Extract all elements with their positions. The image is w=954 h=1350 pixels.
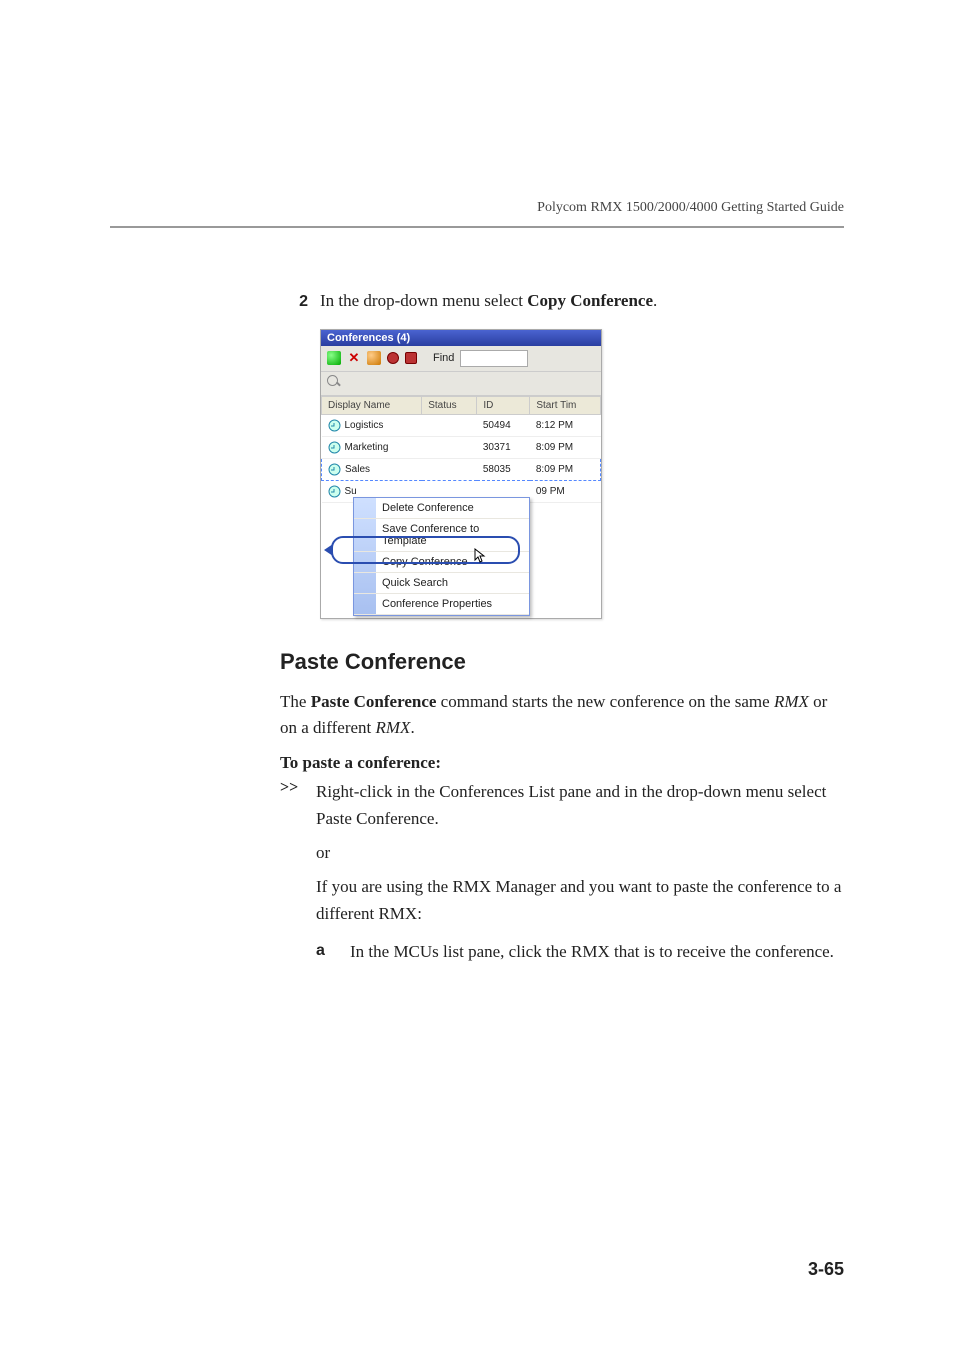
menu-item-copy-conference[interactable]: Copy Conference	[354, 552, 529, 573]
action-icon[interactable]	[367, 351, 381, 365]
cell-start: 09 PM	[530, 480, 601, 502]
conferences-table: Display Name Status ID Start Tim Logisti…	[321, 396, 601, 503]
step-pre: In the drop-down menu select	[320, 291, 527, 310]
context-menu-area: Delete Conference Save Conference to Tem…	[321, 503, 601, 618]
screenshot-conferences-panel: Conferences (4) ✕ Find Display Name Stat…	[320, 329, 602, 619]
cell-name: Sales	[345, 464, 370, 475]
paragraph-intro: The Paste Conference command starts the …	[280, 689, 844, 742]
menu-item-quick-search[interactable]: Quick Search	[354, 573, 529, 594]
new-icon[interactable]	[327, 351, 341, 365]
step-bold: Copy Conference	[527, 291, 653, 310]
delete-icon[interactable]: ✕	[347, 351, 361, 365]
conference-icon	[328, 441, 341, 454]
cell-start: 8:09 PM	[530, 458, 601, 480]
or-text: or	[316, 840, 844, 866]
table-row[interactable]: Marketing 30371 8:09 PM	[322, 436, 601, 458]
procedure-step: >> Right-click in the Conferences List p…	[280, 779, 844, 965]
page: Polycom RMX 1500/2000/4000 Getting Start…	[0, 0, 954, 1350]
conference-icon	[328, 419, 341, 432]
step-marker: >>	[280, 779, 316, 965]
col-status[interactable]: Status	[422, 396, 477, 414]
panel-title: Conferences (4)	[321, 330, 601, 346]
cell-name: Logistics	[345, 420, 384, 431]
header-rule	[110, 226, 844, 228]
table-row-selected[interactable]: Sales 58035 8:09 PM	[322, 458, 601, 480]
page-number: 3-65	[808, 1259, 844, 1280]
cell-id: 58035	[477, 458, 530, 480]
find-label: Find	[433, 352, 454, 364]
cell-name: Su	[345, 486, 357, 497]
table-row[interactable]: Logistics 50494 8:12 PM	[322, 414, 601, 436]
col-display-name[interactable]: Display Name	[322, 396, 422, 414]
menu-item-conference-properties[interactable]: Conference Properties	[354, 594, 529, 615]
cell-name: Marketing	[345, 442, 389, 453]
cell-start: 8:09 PM	[530, 436, 601, 458]
procedure-title: To paste a conference:	[280, 753, 844, 773]
running-head: Polycom RMX 1500/2000/4000 Getting Start…	[110, 0, 844, 226]
menu-item-save-conference-template[interactable]: Save Conference to Template	[354, 519, 529, 552]
search-icon[interactable]	[327, 375, 341, 389]
cell-start: 8:12 PM	[530, 414, 601, 436]
content-area: 2 In the drop-down menu select Copy Conf…	[280, 288, 844, 965]
heading-paste-conference: Paste Conference	[280, 649, 844, 675]
numbered-step-2: 2 In the drop-down menu select Copy Conf…	[280, 288, 844, 314]
cell-id: 50494	[477, 414, 530, 436]
step-text: In the drop-down menu select Copy Confer…	[320, 288, 657, 314]
col-id[interactable]: ID	[477, 396, 530, 414]
cursor-icon	[474, 548, 488, 564]
context-menu: Delete Conference Save Conference to Tem…	[353, 497, 530, 616]
step-post: .	[653, 291, 657, 310]
cell-id: 30371	[477, 436, 530, 458]
sub-step-a: a In the MCUs list pane, click the RMX t…	[316, 939, 844, 965]
conference-icon	[328, 463, 341, 476]
toolbar-row-1: ✕ Find	[321, 346, 601, 372]
record-icon[interactable]	[387, 352, 399, 364]
step-body: Right-click in the Conferences List pane…	[316, 779, 844, 965]
find-input[interactable]	[460, 350, 528, 367]
sub-step-body: In the MCUs list pane, click the RMX tha…	[350, 939, 834, 965]
sub-step-marker: a	[316, 939, 350, 965]
step-number: 2	[280, 293, 308, 311]
stop-icon[interactable]	[405, 352, 417, 364]
conference-icon	[328, 485, 341, 498]
col-start-time[interactable]: Start Tim	[530, 396, 601, 414]
toolbar-row-2	[321, 372, 601, 396]
table-header-row: Display Name Status ID Start Tim	[322, 396, 601, 414]
menu-item-delete-conference[interactable]: Delete Conference	[354, 498, 529, 519]
